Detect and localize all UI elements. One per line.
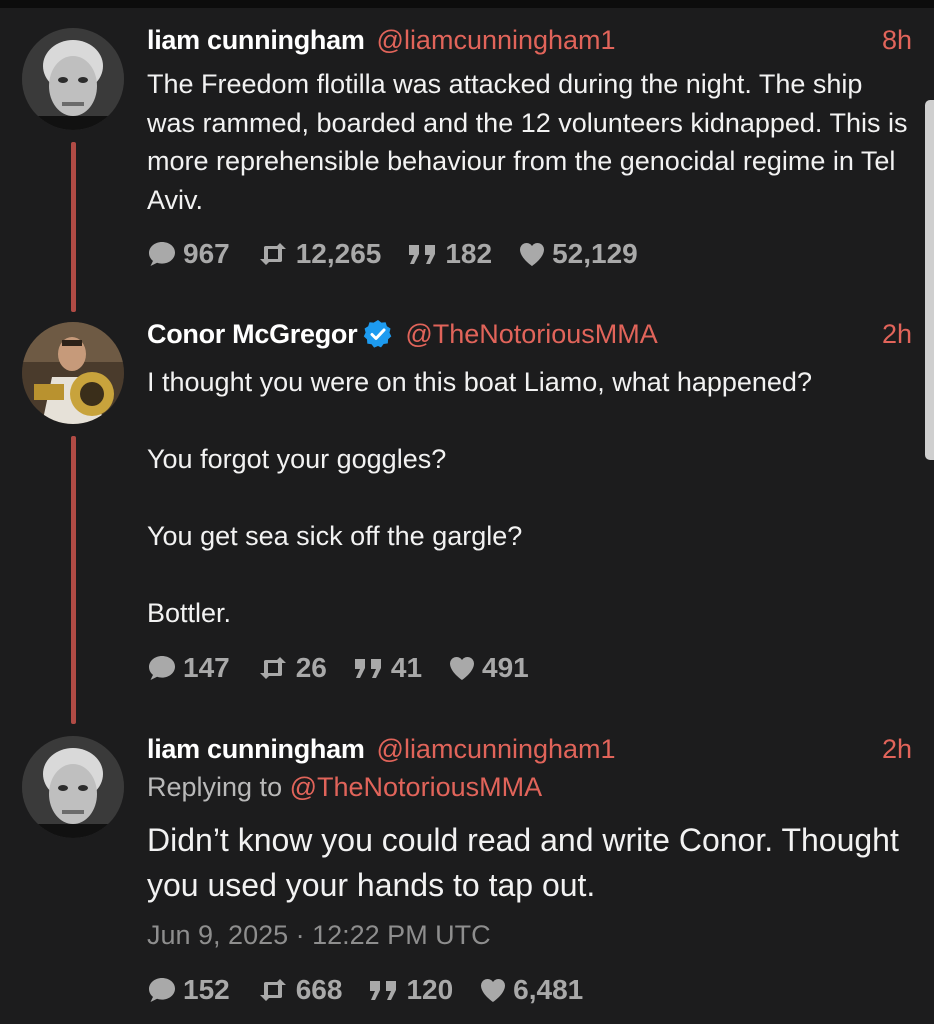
tweet-thread: liam cunningham @liamcunningham1 8h The … (0, 0, 934, 1024)
quote-count: 41 (390, 652, 423, 683)
retweet-count: 12,265 (295, 238, 382, 269)
replying-handle-link[interactable]: @TheNotoriousMMA (290, 772, 542, 802)
reply-count: 147 (183, 652, 230, 683)
tweet-time[interactable]: 2h (882, 734, 912, 765)
avatar-liam[interactable] (22, 736, 124, 838)
reply-stat[interactable]: 152 (147, 974, 230, 1006)
replying-label: Replying to (147, 772, 283, 802)
tweet-text: Didn’t know you could read and write Con… (147, 822, 908, 903)
avatar-liam-image (22, 736, 124, 838)
quote-icon (370, 981, 397, 1000)
retweet-icon (259, 657, 286, 679)
quote-icon (409, 245, 436, 264)
author-name[interactable]: liam cunningham (147, 734, 365, 765)
scrollbar[interactable] (925, 100, 934, 460)
reply-stat[interactable]: 967 (147, 238, 230, 270)
replying-to: Replying to @TheNotoriousMMA (147, 772, 542, 803)
thread-connector (71, 436, 76, 724)
like-stat[interactable]: 491 (448, 652, 529, 684)
comment-icon (149, 242, 175, 266)
author-handle[interactable]: @liamcunningham1 (377, 25, 616, 56)
heart-icon (481, 978, 506, 1002)
comment-icon (149, 656, 175, 680)
quote-count: 182 (445, 238, 493, 269)
avatar-conor[interactable] (22, 322, 124, 424)
avatar-liam[interactable] (22, 28, 124, 130)
tweet-header: Conor McGregor @TheNotoriousMMA 2h (147, 316, 912, 352)
heart-icon (520, 242, 545, 266)
quote-icon (354, 659, 381, 678)
comment-icon (149, 978, 175, 1002)
tweet-stats: 967 12,265 182 52,129 (147, 236, 664, 272)
retweet-stat[interactable]: 668 (256, 974, 343, 1006)
tweet-stats: 152 668 120 6,481 (147, 972, 609, 1008)
quote-stat[interactable]: 182 (407, 238, 492, 270)
reply-count: 967 (183, 238, 230, 269)
avatar-conor-image (22, 322, 124, 424)
author-name[interactable]: Conor McGregor (147, 319, 358, 350)
author-handle[interactable]: @liamcunningham1 (377, 734, 616, 765)
retweet-stat[interactable]: 26 (256, 652, 327, 684)
author-name[interactable]: liam cunningham (147, 25, 365, 56)
verified-badge-icon (363, 319, 393, 349)
tweet-date[interactable]: Jun 9, 2025 · 12:22 PM UTC (147, 920, 491, 951)
tweet-text: The Freedom flotilla was attacked during… (147, 69, 915, 215)
quote-stat[interactable]: 120 (368, 974, 453, 1006)
tweet-stats: 147 26 41 491 (147, 650, 555, 686)
retweet-stat[interactable]: 12,265 (256, 238, 382, 270)
retweet-count: 668 (295, 974, 343, 1005)
like-stat[interactable]: 6,481 (479, 974, 583, 1006)
thread-connector (71, 142, 76, 312)
tweet-text: I thought you were on this boat Liamo, w… (147, 367, 812, 628)
author-handle[interactable]: @TheNotoriousMMA (405, 319, 657, 350)
like-count: 491 (482, 652, 529, 683)
reply-stat[interactable]: 147 (147, 652, 230, 684)
tweet-time[interactable]: 8h (882, 25, 912, 56)
retweet-icon (259, 243, 286, 265)
like-count: 6,481 (513, 974, 584, 1005)
avatar-liam-image (22, 28, 124, 130)
tweet-header: liam cunningham @liamcunningham1 8h (147, 22, 912, 58)
heart-icon (450, 656, 475, 680)
reply-count: 152 (183, 974, 230, 1005)
tweet-header: liam cunningham @liamcunningham1 2h (147, 731, 912, 767)
quote-stat[interactable]: 41 (353, 652, 422, 684)
retweet-icon (259, 979, 286, 1001)
like-count: 52,129 (552, 238, 638, 269)
like-stat[interactable]: 52,129 (518, 238, 638, 270)
tweet-time[interactable]: 2h (882, 319, 912, 350)
retweet-count: 26 (295, 652, 327, 683)
quote-count: 120 (406, 974, 454, 1005)
